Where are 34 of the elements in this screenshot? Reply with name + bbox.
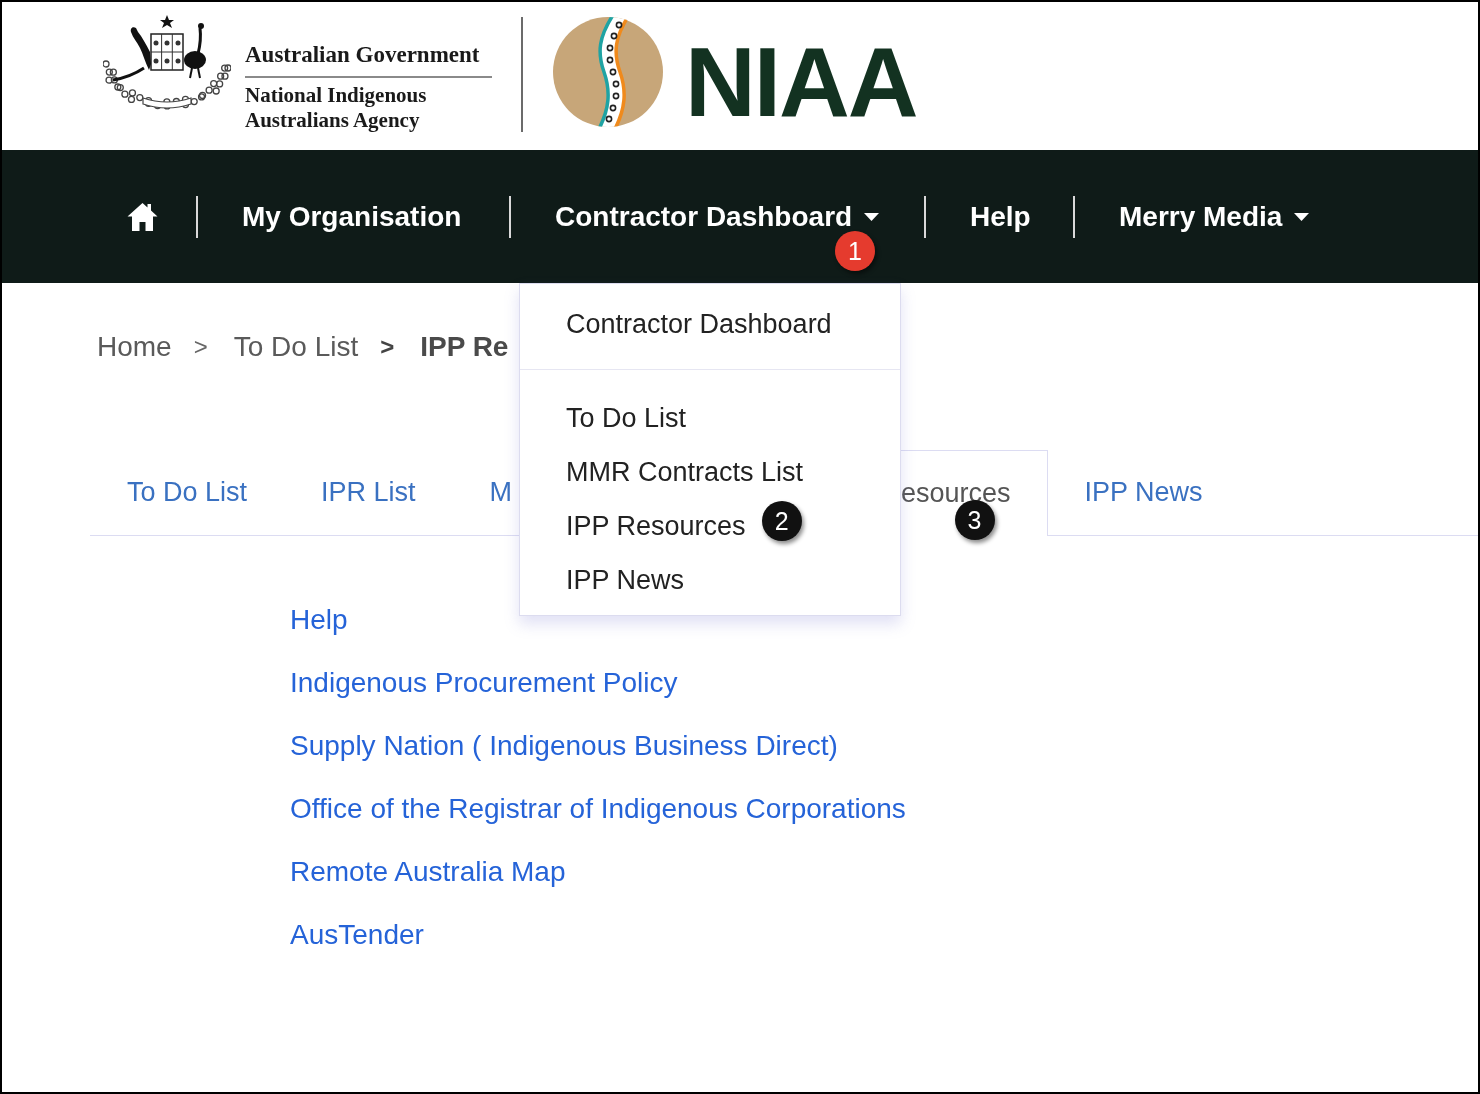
government-title: Australian Government — [245, 41, 480, 69]
breadcrumb-current: IPP Re — [420, 330, 509, 364]
resource-link[interactable]: Help — [290, 603, 348, 637]
resource-link[interactable]: Supply Nation ( Indigenous Business Direct) — [290, 729, 838, 763]
menu-item[interactable]: To Do List — [566, 401, 687, 435]
step-badge: 1 — [835, 231, 875, 271]
breadcrumb-link[interactable]: To Do List — [233, 330, 359, 364]
resource-link[interactable]: Office of the Registrar of Indigenous Corporations — [290, 792, 906, 826]
step-badge: 2 — [761, 501, 802, 541]
nav-link[interactable]: Help — [970, 195, 1031, 238]
breadcrumb-separator: > — [380, 332, 395, 362]
caret-icon — [864, 212, 880, 221]
menu-item[interactable]: Contractor Dashboard — [566, 307, 832, 341]
tab[interactable]: M — [452, 450, 513, 535]
caret-icon — [1294, 212, 1310, 221]
home-icon — [127, 201, 158, 232]
logo-wordmark: NIAA — [685, 33, 917, 131]
agency-name-line: Australians Agency — [245, 108, 420, 133]
home-button[interactable] — [127, 201, 158, 232]
menu-item[interactable]: IPP Resources — [566, 509, 746, 543]
resource-link[interactable]: Remote Australia Map — [290, 855, 566, 889]
tab[interactable]: To Do List — [90, 450, 285, 535]
resource-link[interactable]: AusTender — [290, 918, 424, 952]
breadcrumb-link[interactable]: Home — [97, 330, 172, 364]
tab[interactable]: IPR List — [284, 450, 453, 535]
breadcrumb-separator: > — [193, 332, 208, 362]
menu-item[interactable]: MMR Contracts List — [566, 455, 804, 489]
circle-emblem-icon — [553, 17, 663, 127]
menu-item[interactable]: IPP News — [566, 563, 685, 597]
agency-name-line: National Indigenous — [245, 83, 427, 108]
tab[interactable]: IPP News — [1047, 450, 1240, 535]
nav-dropdown-button[interactable]: Merry Media — [1119, 195, 1310, 238]
nav-link[interactable]: My Organisation — [242, 195, 462, 238]
resource-link[interactable]: Indigenous Procurement Policy — [290, 666, 678, 700]
